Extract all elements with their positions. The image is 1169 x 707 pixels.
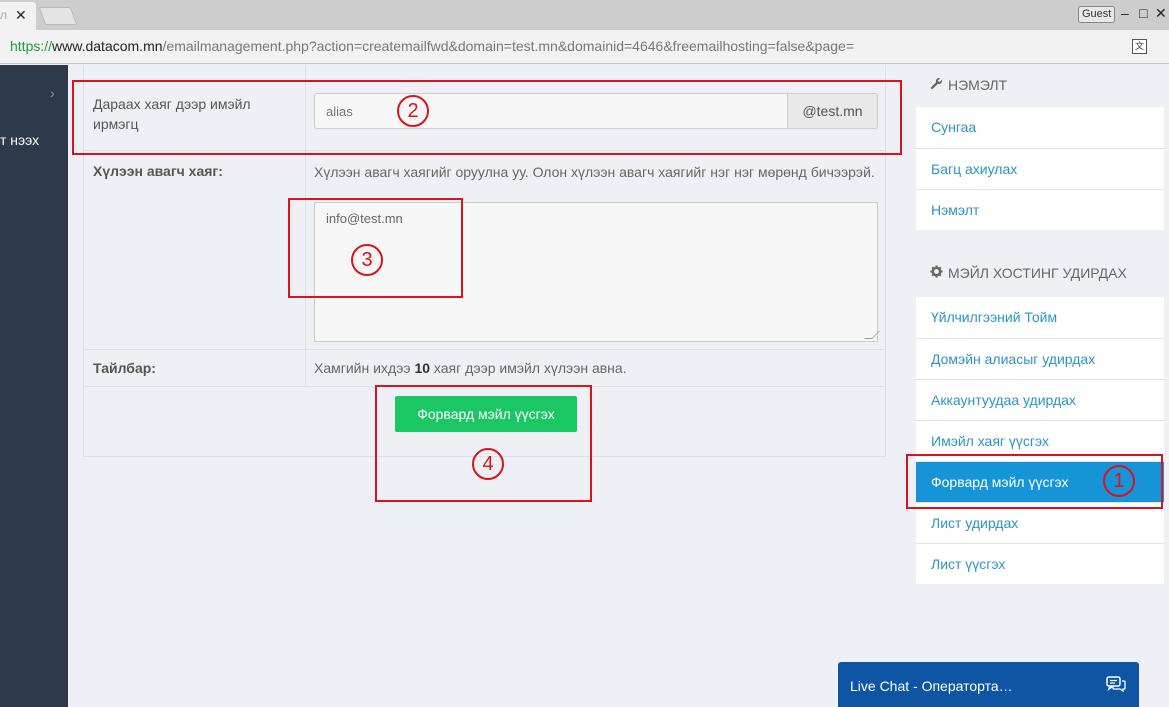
tab-title-fragment: л xyxy=(0,8,8,22)
sidebar-item-accounts[interactable]: Аккаунтуудаа удирдах xyxy=(916,379,1164,420)
left-sidebar: › т нээх xyxy=(0,65,68,707)
annotation-number-1: 1 xyxy=(1103,465,1135,497)
note-label-text: Тайлбар: xyxy=(93,360,156,376)
annotation-box-2 xyxy=(72,80,902,155)
addons-panel-title: НЭМЭЛТ xyxy=(948,77,1008,93)
sidebar-item-create-list[interactable]: Лист үүсгэх xyxy=(916,543,1164,584)
sidebar-item-renew[interactable]: Сунгаа xyxy=(916,107,1164,148)
addons-panel: Сунгаа Багц ахиулах Нэмэлт xyxy=(916,107,1164,230)
sidebar-item-domain-aliases[interactable]: Домэйн алиасыг удирдах xyxy=(916,338,1164,379)
minimize-icon[interactable]: – xyxy=(1121,5,1129,21)
note-row: Тайлбар: Хамгийн ихдээ 10 хаяг дээр имэй… xyxy=(84,350,885,387)
chat-bubbles-icon xyxy=(1106,676,1126,692)
note-number: 10 xyxy=(414,360,431,376)
targets-label: Хүлээн авагч хаяг: xyxy=(84,151,306,349)
manage-panel-title: МЭЙЛ ХОСТИНГ УДИРДАХ xyxy=(948,265,1127,281)
note-text: Хамгийн ихдээ 10 хаяг дээр имэйл хүлээн … xyxy=(314,360,627,376)
window-close-icon[interactable]: ✕ xyxy=(1155,5,1167,22)
note-suffix: хаяг дээр имэйл хүлээн авна. xyxy=(430,360,627,376)
address-bar: https://www.datacom.mn/emailmanagement.p… xyxy=(0,30,1169,64)
url-path: /emailmanagement.php?action=createmailfw… xyxy=(162,38,854,54)
gear-icon xyxy=(930,253,948,293)
guest-profile-badge[interactable]: Guest xyxy=(1078,6,1116,23)
annotation-number-4: 4 xyxy=(472,448,504,480)
annotation-number-2: 2 xyxy=(397,95,429,127)
url-scheme: https:// xyxy=(10,38,53,54)
sidebar-item-upgrade[interactable]: Багц ахиулах xyxy=(916,148,1164,189)
note-label: Тайлбар: xyxy=(84,350,306,386)
manage-panel-header: МЭЙЛ ХОСТИНГ УДИРДАХ xyxy=(916,253,1164,293)
browser-tab-bar: л ✕ Guest – □ ✕ xyxy=(0,0,1169,30)
targets-row: Хүлээн авагч хаяг: Хүлээн авагч хаягийг … xyxy=(84,151,885,350)
chevron-right-icon[interactable]: › xyxy=(50,85,55,101)
wrench-icon xyxy=(930,65,948,105)
annotation-box-4 xyxy=(375,385,592,502)
addons-panel-header: НЭМЭЛТ xyxy=(916,65,1164,105)
live-chat-widget[interactable]: Live Chat - Операторта… xyxy=(838,662,1139,707)
browser-tab-active[interactable]: л ✕ xyxy=(0,2,36,30)
new-tab-button[interactable] xyxy=(38,7,78,25)
live-chat-label: Live Chat - Операторта… xyxy=(850,678,1013,694)
targets-label-text: Хүлээн авагч хаяг: xyxy=(93,163,223,179)
url-field[interactable]: https://www.datacom.mn/emailmanagement.p… xyxy=(10,38,854,54)
left-sidebar-item[interactable]: т нээх xyxy=(0,132,39,148)
manage-panel: Үйлчилгээний Тойм Домэйн алиасыг удирдах… xyxy=(916,297,1164,584)
url-host: www.datacom.mn xyxy=(52,38,163,54)
sidebar-item-addons[interactable]: Нэмэлт xyxy=(916,189,1164,230)
translate-icon[interactable]: 文 xyxy=(1132,39,1147,54)
sidebar-item-overview[interactable]: Үйлчилгээний Тойм xyxy=(916,297,1164,338)
maximize-icon[interactable]: □ xyxy=(1139,5,1147,21)
tab-close-icon[interactable]: ✕ xyxy=(15,7,27,24)
annotation-number-3: 3 xyxy=(351,244,383,276)
targets-help-text: Хүлээн авагч хаягийг оруулна уу. Олон хү… xyxy=(314,164,875,180)
note-prefix: Хамгийн ихдээ xyxy=(314,360,415,376)
